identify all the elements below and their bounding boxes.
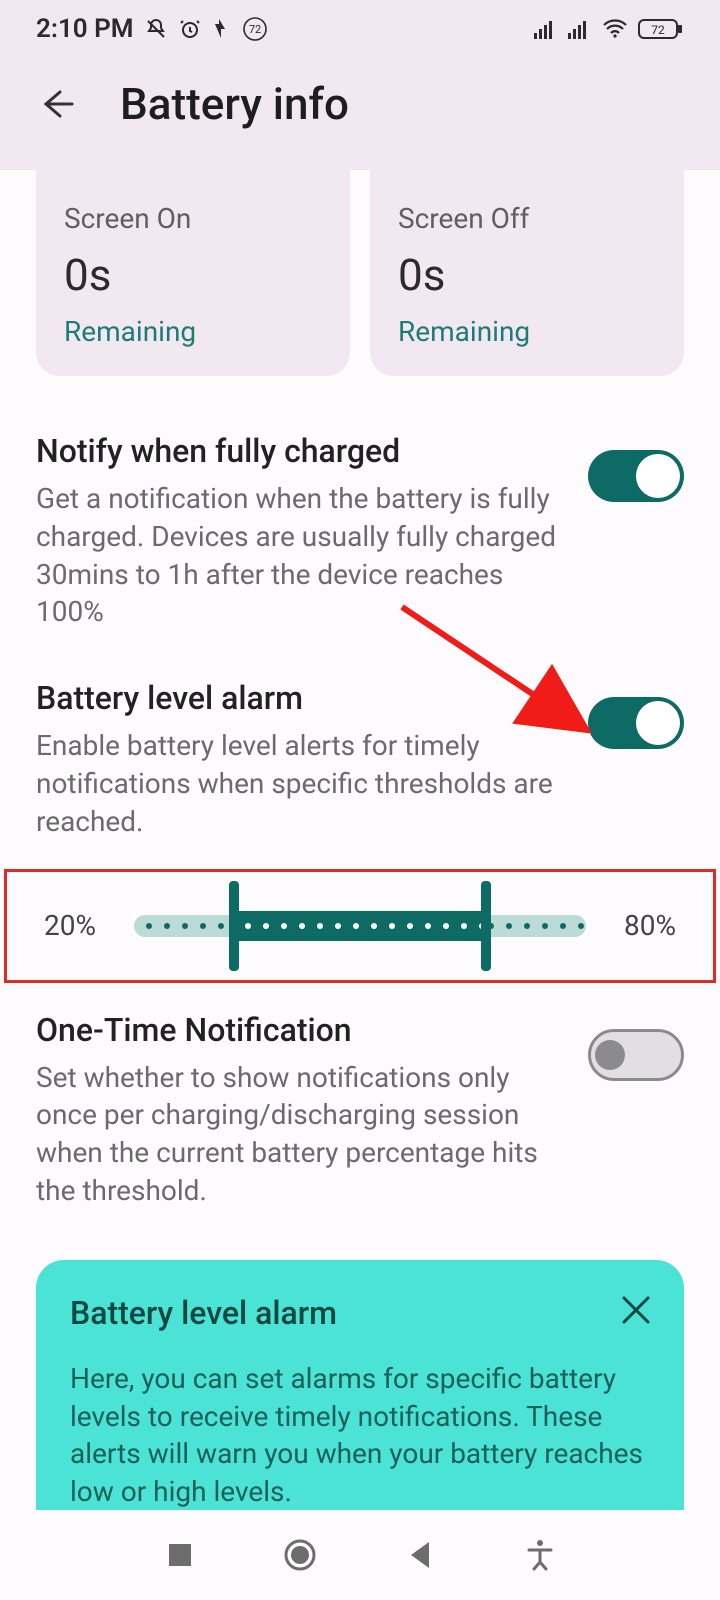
battery-icon: 72 [638, 17, 684, 41]
nav-recents-button[interactable] [150, 1525, 210, 1585]
notify-full-toggle[interactable] [588, 450, 684, 502]
screen-on-label: Screen On [64, 202, 322, 235]
screen-off-card[interactable]: Screen Off 0s Remaining [370, 170, 684, 376]
screen-off-sub: Remaining [398, 315, 656, 348]
status-bar: 2:10 PM 72 72 [0, 0, 720, 50]
battery-level-slider[interactable]: 20% 80% [44, 881, 676, 971]
system-nav-bar [0, 1510, 720, 1600]
one-time-toggle[interactable] [588, 1029, 684, 1081]
slider-high-label: 80% [606, 909, 676, 942]
page-title: Battery info [120, 78, 349, 130]
slider-low-label: 20% [44, 909, 114, 942]
mute-icon [144, 17, 168, 41]
wifi-icon [602, 19, 628, 39]
status-time: 2:10 PM [36, 14, 134, 44]
level-alarm-row: Battery level alarm Enable battery level… [36, 679, 684, 840]
slider-handle-high[interactable] [481, 881, 491, 971]
notify-full-row: Notify when fully charged Get a notifica… [36, 432, 684, 631]
level-alarm-title: Battery level alarm [36, 679, 564, 717]
slider-handle-low[interactable] [229, 881, 239, 971]
screen-off-label: Screen Off [398, 202, 656, 235]
one-time-row: One-Time Notification Set whether to sho… [36, 1011, 684, 1210]
screen-on-card[interactable]: Screen On 0s Remaining [36, 170, 350, 376]
notify-full-title: Notify when fully charged [36, 432, 564, 470]
nav-home-button[interactable] [270, 1525, 330, 1585]
screen-on-value: 0s [64, 249, 322, 301]
svg-text:72: 72 [248, 23, 260, 36]
level-alarm-toggle[interactable] [588, 697, 684, 749]
charging-icon [212, 17, 232, 41]
info-card-title: Battery level alarm [70, 1294, 650, 1332]
svg-text:72: 72 [651, 23, 665, 37]
alarm-icon [178, 17, 202, 41]
screen-on-sub: Remaining [64, 315, 322, 348]
signal-2-icon [568, 19, 592, 39]
notify-full-desc: Get a notification when the battery is f… [36, 480, 564, 631]
one-time-title: One-Time Notification [36, 1011, 564, 1049]
app-header: Battery info [0, 50, 720, 170]
nav-accessibility-button[interactable] [510, 1525, 570, 1585]
nav-back-button[interactable] [390, 1525, 450, 1585]
one-time-desc: Set whether to show notifications only o… [36, 1059, 564, 1210]
signal-1-icon [534, 19, 558, 39]
screen-off-value: 0s [398, 249, 656, 301]
info-card-close-button[interactable] [618, 1292, 654, 1328]
badge-72-icon: 72 [242, 16, 268, 42]
back-button[interactable] [36, 82, 80, 126]
level-alarm-desc: Enable battery level alerts for timely n… [36, 727, 564, 840]
